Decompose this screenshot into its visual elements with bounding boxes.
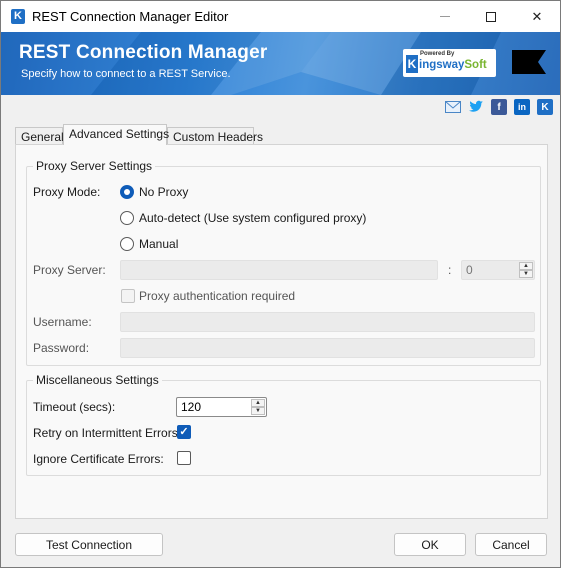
kingswaysoft-app-icon: K [11, 9, 25, 24]
password-label: Password: [33, 341, 90, 355]
proxy-port-value: 0 [466, 263, 473, 277]
spin-down-icon[interactable]: ▼ [519, 270, 533, 278]
test-connection-button[interactable]: Test Connection [15, 533, 163, 556]
ignore-cert-checkbox[interactable] [177, 451, 191, 465]
banner-title: REST Connection Manager [19, 42, 268, 63]
proxy-auth-checkbox[interactable] [121, 289, 135, 303]
radio-auto-detect-label[interactable]: Auto-detect (Use system configured proxy… [139, 211, 366, 225]
ok-button[interactable]: OK [394, 533, 466, 556]
banner-subtitle: Specify how to connect to a REST Service… [21, 68, 231, 80]
username-label: Username: [33, 315, 92, 329]
timeout-spin-buttons[interactable]: ▲ ▼ [251, 399, 265, 415]
flag-icon [512, 50, 546, 74]
proxy-server-input[interactable] [120, 260, 438, 280]
timeout-value: 120 [181, 400, 202, 414]
retry-label: Retry on Intermittent Errors: [33, 426, 182, 440]
proxy-server-label: Proxy Server: [33, 263, 106, 277]
minimize-button[interactable] [422, 1, 468, 32]
kingswaysoft-logo: Powered By K ingswaySoft [403, 49, 496, 77]
password-input[interactable] [120, 338, 535, 358]
radio-auto-detect[interactable] [120, 211, 134, 225]
logo-word-main: ingsway [419, 59, 465, 71]
close-button[interactable]: ✕ [514, 1, 560, 32]
spin-down-icon[interactable]: ▼ [251, 407, 265, 415]
email-icon[interactable] [445, 99, 461, 115]
spin-up-icon[interactable]: ▲ [251, 399, 265, 407]
proxy-auth-label: Proxy authentication required [139, 289, 296, 303]
proxy-port-stepper[interactable]: 0 ▲ ▼ [461, 260, 535, 280]
header-banner: REST Connection Manager Specify how to c… [1, 32, 560, 95]
tab-advanced-settings[interactable]: Advanced Settings [63, 124, 169, 145]
linkedin-icon[interactable]: in [514, 99, 530, 115]
logo-powered-by: Powered By [420, 51, 455, 57]
ignore-cert-label: Ignore Certificate Errors: [33, 452, 164, 466]
logo-k-mark: K [406, 55, 418, 73]
twitter-icon[interactable] [468, 99, 484, 115]
editor-window: K REST Connection Manager Editor ✕ REST … [0, 0, 561, 568]
radio-manual-label[interactable]: Manual [139, 237, 178, 251]
proxy-settings-title: Proxy Server Settings [33, 159, 156, 173]
advanced-settings-panel: Proxy Server Settings Proxy Mode: No Pro… [15, 144, 548, 519]
logo-wordmark: ingswaySoft [419, 59, 487, 71]
radio-manual[interactable] [120, 237, 134, 251]
radio-no-proxy-label[interactable]: No Proxy [139, 185, 188, 199]
minimize-icon [440, 16, 450, 17]
port-separator: : [448, 263, 452, 277]
title-bar[interactable]: K REST Connection Manager Editor ✕ [1, 1, 560, 32]
timeout-stepper[interactable]: 120 ▲ ▼ [176, 397, 267, 417]
maximize-icon [486, 11, 496, 22]
cancel-button[interactable]: Cancel [475, 533, 547, 556]
radio-no-proxy[interactable] [120, 185, 134, 199]
retry-checkbox[interactable]: ✓ [177, 425, 191, 439]
close-icon: ✕ [531, 8, 543, 24]
logo-word-soft: Soft [464, 59, 487, 71]
facebook-icon[interactable]: f [491, 99, 507, 115]
username-input[interactable] [120, 312, 535, 332]
timeout-label: Timeout (secs): [33, 400, 116, 414]
port-spin-buttons[interactable]: ▲ ▼ [519, 262, 533, 278]
maximize-button[interactable] [468, 1, 514, 32]
social-links-bar: f in K [1, 95, 560, 121]
misc-settings-title: Miscellaneous Settings [33, 373, 162, 387]
spin-up-icon[interactable]: ▲ [519, 262, 533, 270]
proxy-mode-label: Proxy Mode: [33, 185, 101, 199]
kingswaysoft-icon[interactable]: K [537, 99, 553, 115]
window-title: REST Connection Manager Editor [32, 9, 229, 24]
